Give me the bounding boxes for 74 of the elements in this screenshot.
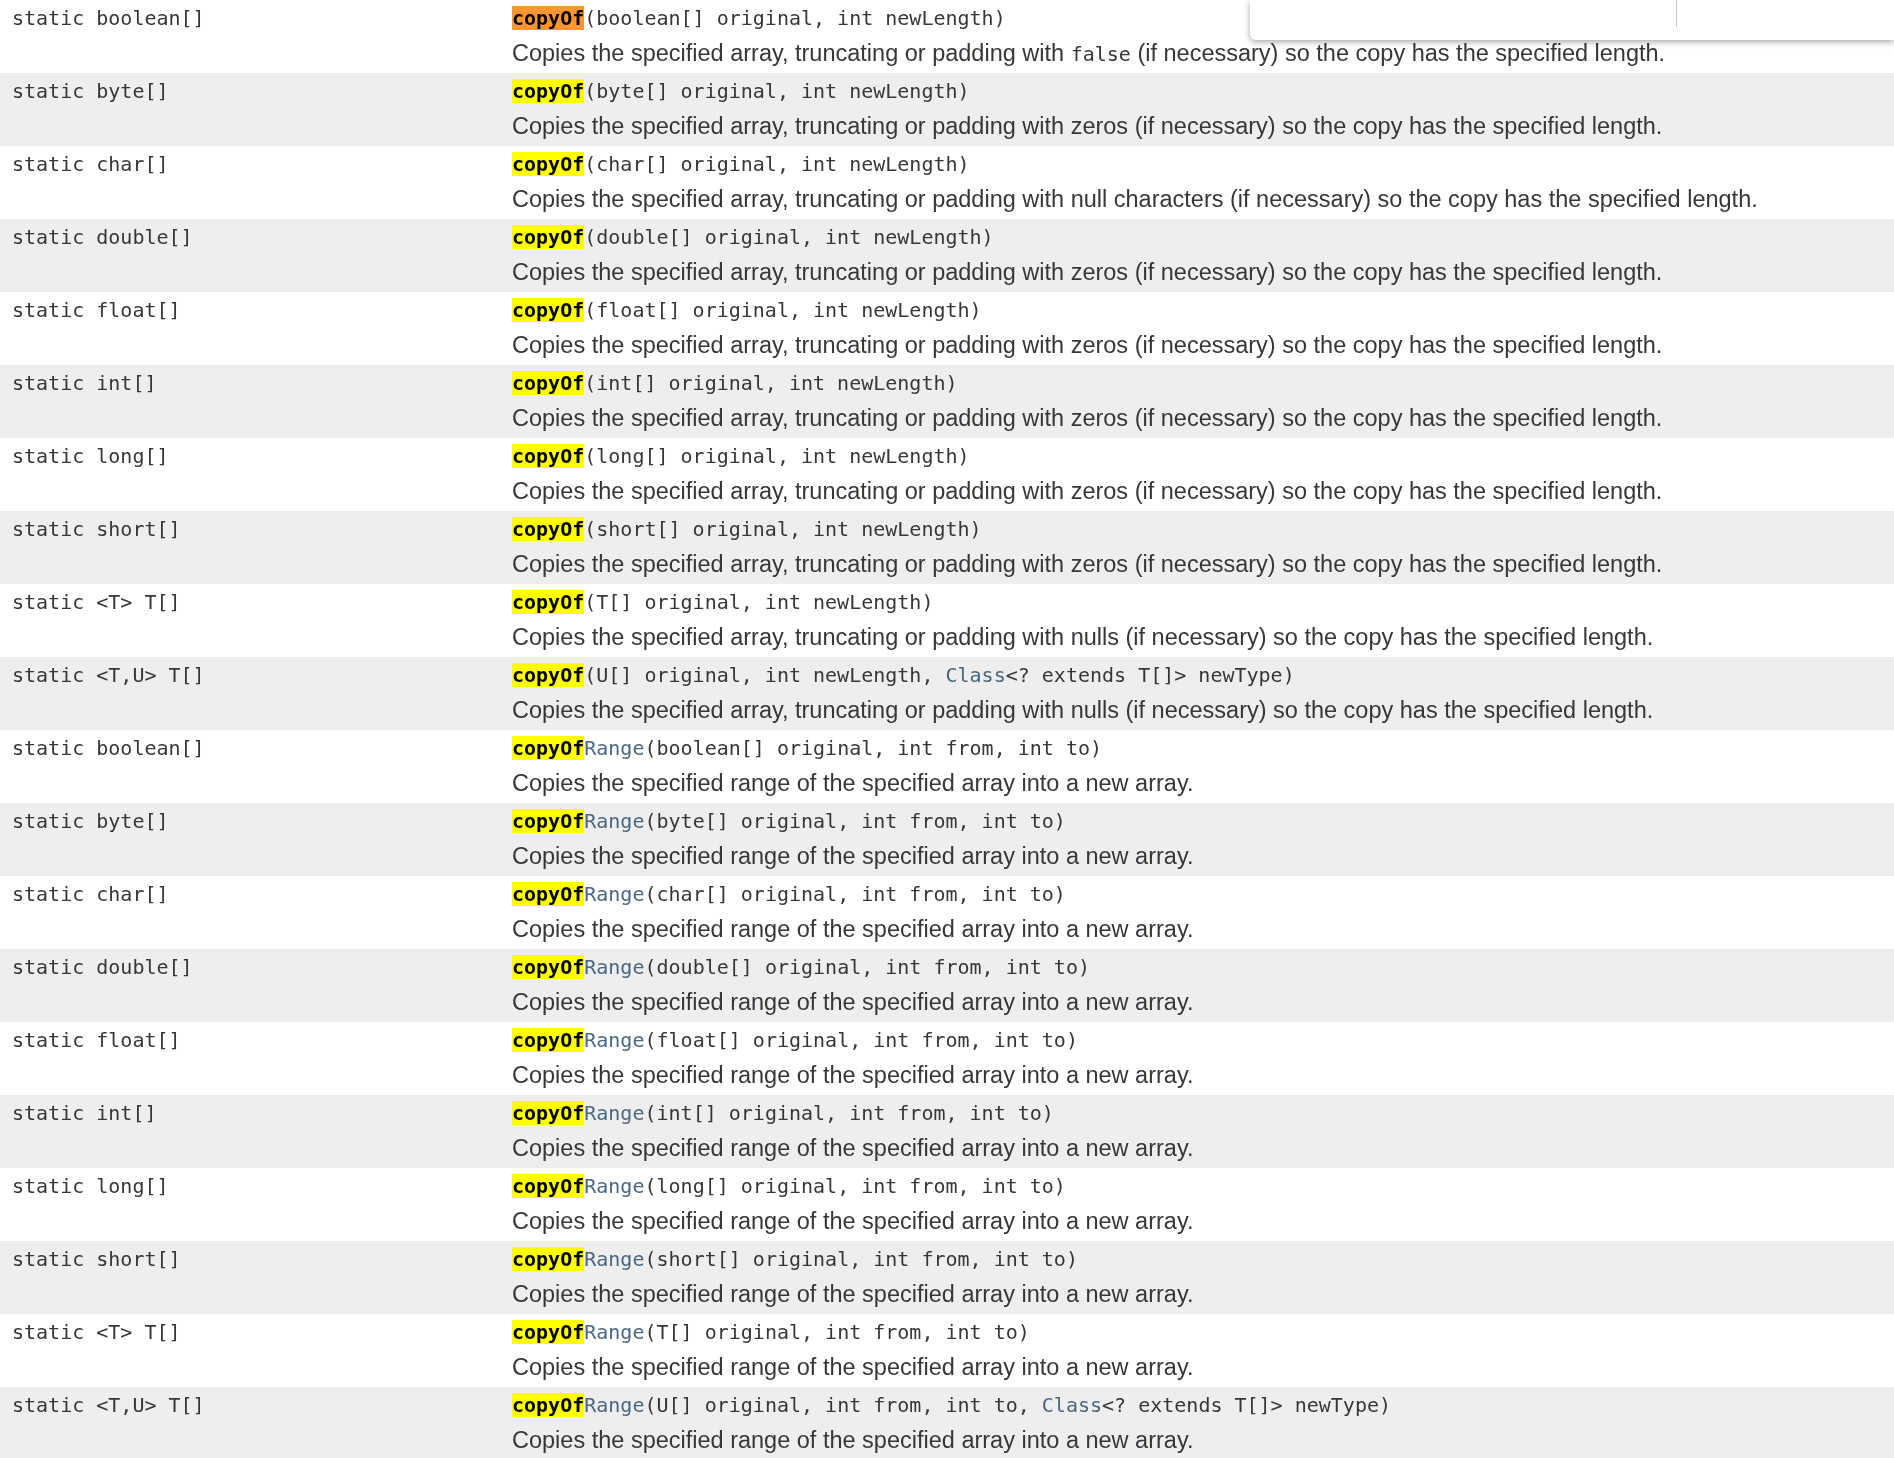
method-parameters: (byte[] original, int newLength) — [584, 78, 970, 104]
method-parameters: (U[] original, int from, int to, — [644, 1392, 1031, 1418]
method-parameters: (boolean[] original, int from, int to) — [644, 735, 1103, 761]
return-type: static long[] — [12, 1174, 169, 1198]
method-description: Copies the specified array, truncating or padding with zeros (if necessary) so the copy has the specified length. — [512, 404, 1664, 433]
return-type: static float[] — [12, 298, 181, 322]
return-type: static boolean[] — [12, 6, 205, 30]
return-type: static <T> T[] — [12, 590, 181, 614]
method-parameters: (T[] original, int from, int to) — [644, 1319, 1030, 1345]
method-link[interactable]: copyOf — [512, 224, 585, 250]
class-link[interactable]: Class — [945, 662, 1006, 688]
method-parameters: (boolean[] original, int newLength) — [584, 5, 1006, 31]
method-link[interactable]: copyOf — [512, 151, 585, 177]
method-description: Copies the specified array, truncating or padding with false (if necessary) so the copy has the specified length. — [512, 39, 1667, 68]
method-description: Copies the specified range of the specified array into a new array. — [512, 769, 1195, 798]
method-description: Copies the specified array, truncating or padding with zeros (if necessary) so the copy has the specified length. — [512, 112, 1664, 141]
method-parameters: <? extends T[]> newType) — [1005, 662, 1295, 688]
class-link[interactable]: Class — [1041, 1392, 1103, 1418]
return-type: static double[] — [12, 225, 193, 249]
method-parameters: (long[] original, int newLength) — [584, 443, 970, 469]
method-description: Copies the specified range of the specified array into a new array. — [512, 1353, 1195, 1382]
method-parameters: (float[] original, int from, int to) — [644, 1027, 1078, 1053]
method-description: Copies the specified range of the specified array into a new array. — [512, 1280, 1195, 1309]
method-description: Copies the specified array, truncating or padding with nulls (if necessary) so the copy has the specified length. — [512, 623, 1655, 652]
method-parameters: (short[] original, int newLength) — [584, 516, 982, 542]
method-parameters: (double[] original, int newLength) — [584, 224, 994, 250]
method-description: Copies the specified array, truncating or padding with zeros (if necessary) so the copy has the specified length. — [512, 258, 1664, 287]
return-type: static <T,U> T[] — [12, 1393, 205, 1417]
return-type: static byte[] — [12, 79, 169, 103]
return-type: static boolean[] — [12, 736, 205, 760]
method-parameters: (float[] original, int newLength) — [584, 297, 982, 323]
method-link[interactable]: copyOf — [512, 370, 585, 396]
return-type: static byte[] — [12, 809, 169, 833]
method-description: Copies the specified array, truncating or padding with null characters (if necessary) so the copy has the specified length. — [512, 185, 1759, 214]
method-description: Copies the specified range of the specified array into a new array. — [512, 842, 1195, 871]
return-type: static double[] — [12, 955, 193, 979]
method-description: Copies the specified range of the specified array into a new array. — [512, 1207, 1195, 1236]
return-type: static <T> T[] — [12, 1320, 181, 1344]
method-link[interactable]: copyOf — [512, 5, 585, 31]
method-parameters: (char[] original, int from, int to) — [644, 881, 1066, 907]
method-parameters: (T[] original, int newLength) — [584, 589, 934, 615]
return-type: static short[] — [12, 517, 181, 541]
method-description: Copies the specified range of the specified array into a new array. — [512, 1061, 1195, 1090]
method-parameters: (short[] original, int from, int to) — [644, 1246, 1078, 1272]
return-type: static char[] — [12, 152, 169, 176]
method-parameters: <? extends T[]> newType) — [1102, 1392, 1392, 1418]
method-parameters: (U[] original, int newLength, — [584, 662, 935, 688]
method-parameters: (char[] original, int newLength) — [584, 151, 970, 177]
method-description: Copies the specified array, truncating or padding with zeros (if necessary) so the copy has the specified length. — [512, 550, 1664, 579]
method-parameters: (long[] original, int from, int to) — [644, 1173, 1066, 1199]
return-type: static long[] — [12, 444, 169, 468]
return-type: static char[] — [12, 882, 169, 906]
method-parameters: (double[] original, int from, int to) — [644, 954, 1090, 980]
method-link[interactable]: copyOf — [512, 589, 585, 615]
method-link[interactable]: copyOf — [512, 297, 585, 323]
return-type: static <T,U> T[] — [12, 663, 205, 687]
method-link[interactable]: copyOf — [512, 78, 585, 104]
return-type: static int[] — [12, 1101, 157, 1125]
method-description: Copies the specified array, truncating or padding with zeros (if necessary) so the copy has the specified length. — [512, 477, 1664, 506]
method-link[interactable]: copyOf — [512, 662, 585, 688]
return-type: static float[] — [12, 1028, 181, 1052]
method-description: Copies the specified range of the specified array into a new array. — [512, 1134, 1195, 1163]
method-link[interactable]: copyOf — [512, 443, 585, 469]
method-link[interactable]: copyOf — [512, 516, 585, 542]
method-description: Copies the specified range of the specified array into a new array. — [512, 915, 1195, 944]
method-description: Copies the specified range of the specified array into a new array. — [512, 988, 1195, 1017]
method-description: Copies the specified array, truncating or padding with zeros (if necessary) so the copy has the specified length. — [512, 331, 1664, 360]
method-parameters: (int[] original, int newLength) — [584, 370, 958, 396]
method-description: Copies the specified range of the specified array into a new array. — [512, 1426, 1195, 1455]
return-type: static int[] — [12, 371, 157, 395]
method-parameters: (int[] original, int from, int to) — [644, 1100, 1054, 1126]
method-description: Copies the specified array, truncating or padding with nulls (if necessary) so the copy has the specified length. — [512, 696, 1655, 725]
method-parameters: (byte[] original, int from, int to) — [644, 808, 1066, 834]
return-type: static short[] — [12, 1247, 181, 1271]
